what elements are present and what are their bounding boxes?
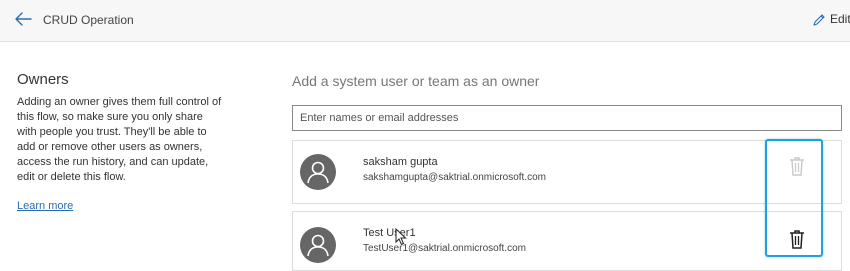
owner-email: TestUser1@saktrial.onmicrosoft.com [363,243,526,254]
owner-card: Test User1 TestUser1@saktrial.onmicrosof… [292,211,842,271]
owner-email: sakshamgupta@saktrial.onmicrosoft.com [363,172,546,183]
owner-name: Test User1 [363,227,416,239]
owner-name: saksham gupta [363,156,438,168]
trash-icon [790,157,804,176]
delete-owner-button[interactable] [787,228,807,250]
trash-icon [790,230,804,249]
back-button[interactable] [13,9,35,29]
owners-heading: Owners [17,71,69,88]
person-icon [307,234,329,257]
add-owner-heading: Add a system user or team as an owner [292,73,540,89]
learn-more-link[interactable]: Learn more [17,200,73,212]
avatar [300,154,336,190]
header-bar: CRUD Operation Edit [0,0,850,42]
pencil-icon [813,14,825,26]
page-title: CRUD Operation [43,13,134,27]
avatar [300,227,336,263]
arrow-left-icon [15,12,32,26]
person-icon [307,161,329,184]
owners-description: Adding an owner gives them full control … [17,96,222,183]
owner-search-input[interactable] [292,105,842,131]
edit-button-label: Edit [830,12,850,26]
owner-card: saksham gupta sakshamgupta@saktrial.onmi… [292,140,842,204]
delete-owner-button[interactable] [787,155,807,177]
edit-button[interactable]: Edit [812,11,850,29]
